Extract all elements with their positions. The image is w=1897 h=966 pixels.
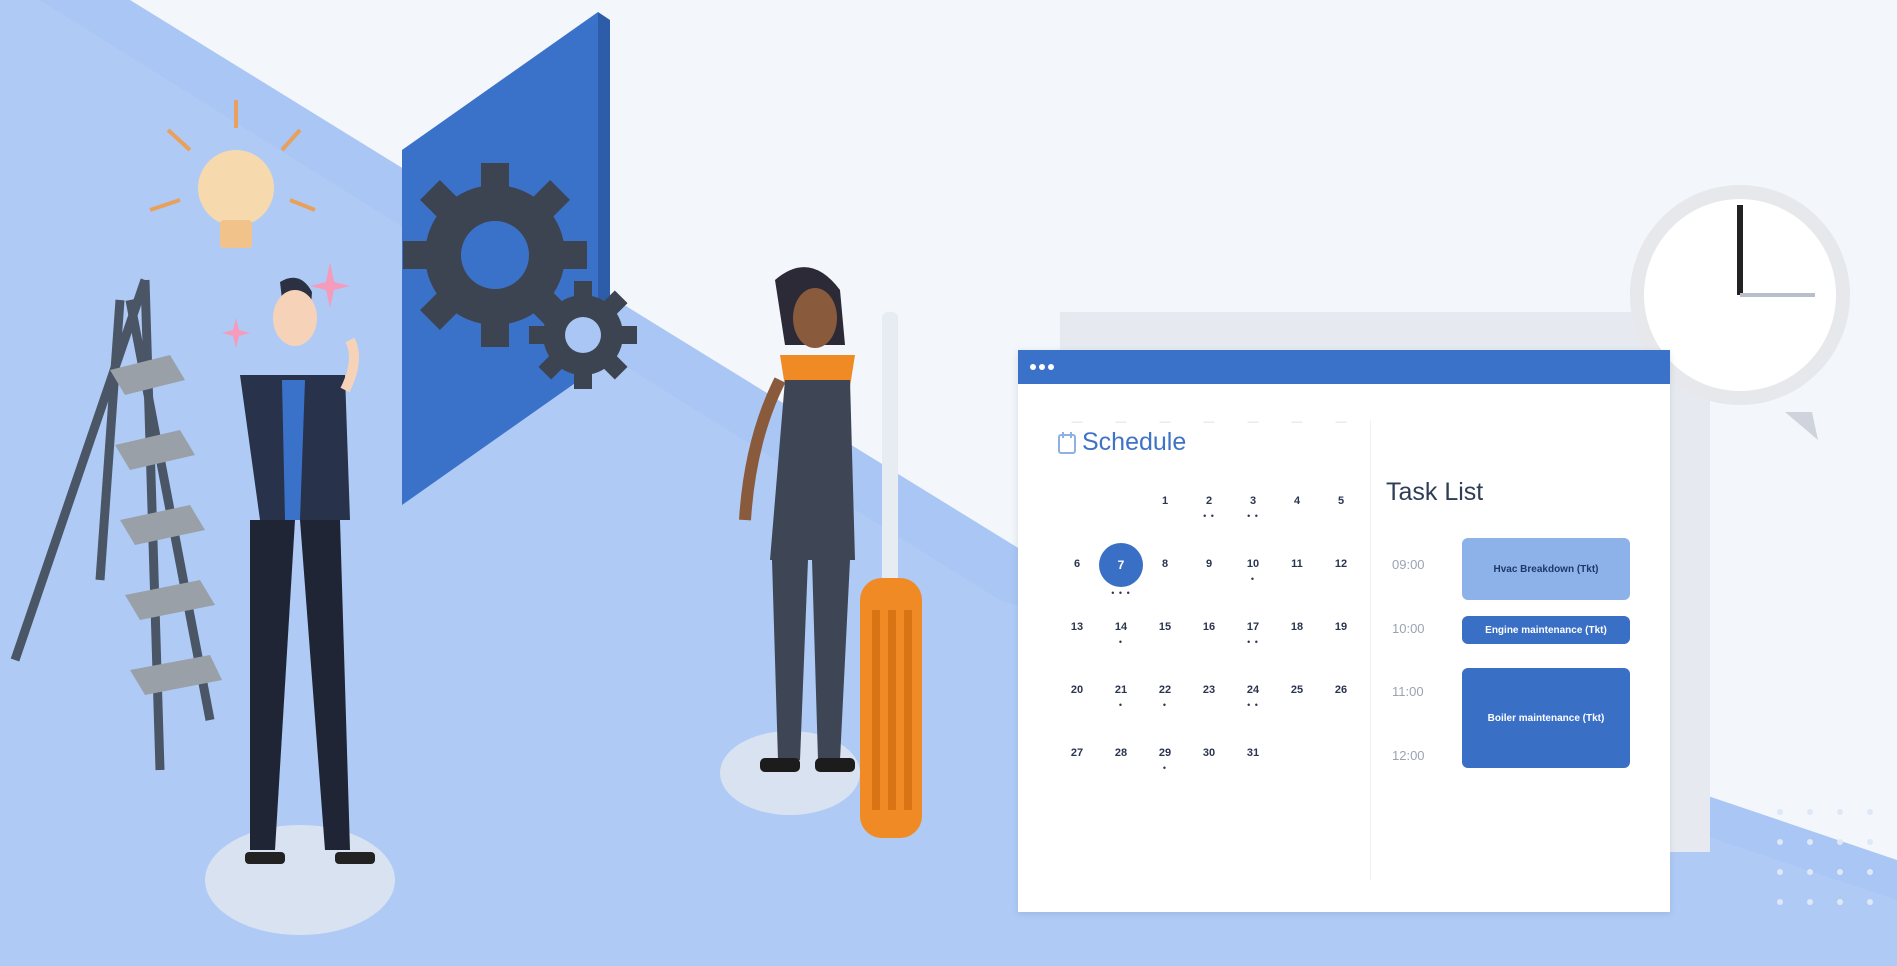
calendar-day[interactable]: 18 [1282, 621, 1312, 633]
calendar-day[interactable]: 30 [1194, 747, 1224, 759]
calendar-day[interactable]: 1 [1150, 495, 1180, 507]
calendar-day[interactable]: 20 [1062, 684, 1092, 696]
task-card[interactable]: Hvac Breakdown (Tkt) [1462, 538, 1630, 600]
calendar-day[interactable]: 31 [1238, 747, 1268, 759]
event-dots: • [1162, 763, 1168, 773]
calendar-day[interactable]: 3 [1238, 495, 1268, 507]
gear-icon [529, 281, 637, 389]
calendar-day[interactable]: 21 [1106, 684, 1136, 696]
floor-shadow-left [205, 825, 395, 935]
window-dot-icon [1048, 364, 1054, 370]
event-dots: • • [1247, 700, 1259, 710]
schedule-title: Schedule [1082, 428, 1187, 456]
calendar-day[interactable]: 24 [1238, 684, 1268, 696]
weekday-label: — [1159, 416, 1171, 428]
weekday-label: — [1115, 416, 1127, 428]
calendar-icon [1058, 431, 1076, 454]
calendar-day[interactable]: 17 [1238, 621, 1268, 633]
time-label: 11:00 [1392, 684, 1424, 699]
calendar-day[interactable]: 22 [1150, 684, 1180, 696]
calendar-day[interactable]: 27 [1062, 747, 1092, 759]
calendar-day[interactable]: 29 [1150, 747, 1180, 759]
calendar-day[interactable]: 9 [1194, 558, 1224, 570]
schedule-window: Schedule — — — — — — —1 2 • • 3 • • 4 5 6 7 • • • 8 9 10 • 1… [1018, 350, 1670, 912]
event-dots: • [1118, 700, 1124, 710]
task-list-title: Task List [1386, 478, 1484, 506]
calendar-day[interactable]: 8 [1150, 558, 1180, 570]
panel-divider [1370, 420, 1371, 880]
task-card[interactable]: Boiler maintenance (Tkt) [1462, 668, 1630, 768]
calendar-day[interactable]: 16 [1194, 621, 1224, 633]
calendar-day[interactable]: 23 [1194, 684, 1224, 696]
event-dots: • • [1247, 637, 1259, 647]
weekday-label: — [1335, 416, 1347, 428]
task-card[interactable]: Engine maintenance (Tkt) [1462, 616, 1630, 644]
time-label: 12:00 [1392, 748, 1425, 763]
calendar-day[interactable]: 15 [1150, 621, 1180, 633]
calendar-day[interactable]: 26 [1326, 684, 1356, 696]
time-label: 09:00 [1392, 557, 1425, 572]
schedule-heading: Schedule [1058, 428, 1186, 457]
calendar-day[interactable]: 12 [1326, 558, 1356, 570]
calendar-day[interactable]: 25 [1282, 684, 1312, 696]
event-dots: • • • [1111, 588, 1131, 598]
weekday-label: — [1247, 416, 1259, 428]
calendar-day[interactable]: 6 [1062, 558, 1092, 570]
event-dots: • • [1247, 511, 1259, 521]
time-label: 10:00 [1392, 621, 1425, 636]
calendar-day[interactable]: 14 [1106, 621, 1136, 633]
event-dots: • [1162, 700, 1168, 710]
calendar-day[interactable]: 5 [1326, 495, 1356, 507]
window-dot-icon [1039, 364, 1045, 370]
calendar-day[interactable]: 10 [1238, 558, 1268, 570]
weekday-label: — [1071, 416, 1083, 428]
window-dot-icon [1030, 364, 1036, 370]
calendar-day[interactable]: 2 [1194, 495, 1224, 507]
event-dots: • [1118, 637, 1124, 647]
calendar-day[interactable]: 4 [1282, 495, 1312, 507]
calendar-day[interactable]: 28 [1106, 747, 1136, 759]
calendar-day[interactable]: 19 [1326, 621, 1356, 633]
weekday-label: — [1203, 416, 1215, 428]
event-dots: • • [1203, 511, 1215, 521]
event-dots: • [1250, 574, 1256, 584]
calendar-day-selected[interactable]: 7 [1099, 543, 1143, 587]
window-titlebar [1018, 350, 1670, 384]
calendar-day[interactable]: 11 [1282, 558, 1312, 570]
calendar-day[interactable]: 13 [1062, 621, 1092, 633]
weekday-label: — [1291, 416, 1303, 428]
